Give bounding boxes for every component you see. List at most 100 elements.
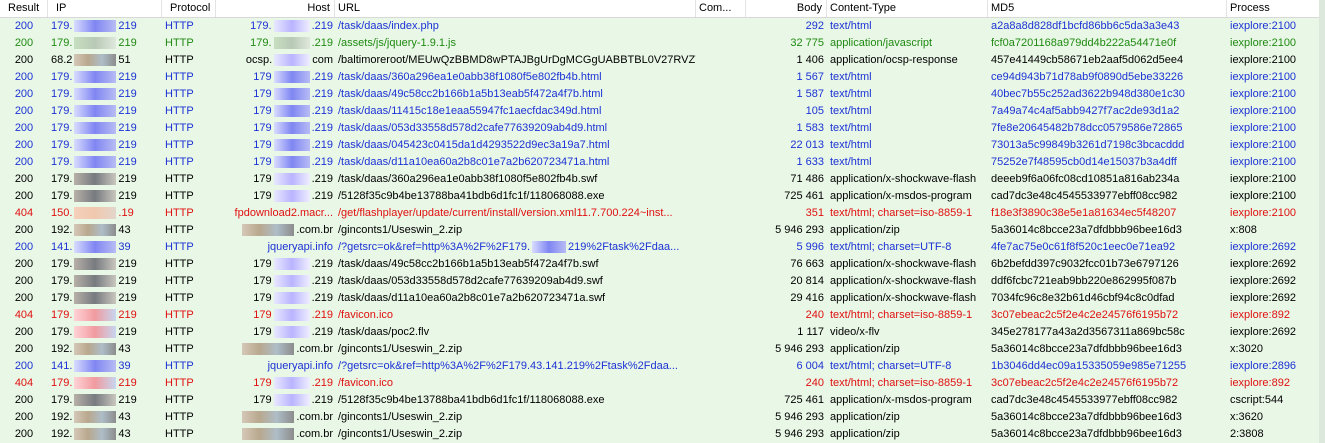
session-row[interactable]: 200 141. 39 HTTP jqueryapi.info/?getsrc=ok&r… (0, 358, 1325, 375)
comments-cell (696, 86, 746, 103)
column-header-ip[interactable]: IP (48, 0, 162, 17)
session-row[interactable]: 404 179. 219 HTTP 179.219/favicon.ico 240 text… (0, 375, 1325, 392)
session-row[interactable]: 200 192. 43 HTTP .com.br/ginconts1/Useswin_2… (0, 409, 1325, 426)
url-cell[interactable]: /?getsrc=ok&ref=http%3A%2F%2F179. 219%2Ft… (335, 239, 696, 256)
redacted-block (273, 20, 310, 33)
ip-suffix: 219 (118, 105, 137, 117)
column-header-body[interactable]: Body (746, 0, 827, 17)
url-cell[interactable]: /favicon.ico (335, 375, 696, 392)
session-row[interactable]: 200 179. 219 HTTP 179.219/task/daas/49c58cc2… (0, 256, 1325, 273)
process-cell: iexplore:2100 (1230, 54, 1297, 66)
url-cell[interactable]: /task/daas/360a296ea1e0abb38f1080f5e802f… (335, 171, 696, 188)
session-row[interactable]: 200 179. 219 HTTP 179.219/5128f35c9b4be13788… (0, 392, 1325, 409)
url-cell[interactable]: /ginconts1/Useswin_2.zip (335, 426, 696, 443)
redacted-block (74, 88, 117, 101)
session-row[interactable]: 200 179. 219 HTTP 179.219/task/daas/d11a10ea… (0, 290, 1325, 307)
md5-cell: 7034fc96c8e32b61d46cbf94c8c0dfad (991, 292, 1175, 304)
process-cell: iexplore:2896 (1230, 360, 1297, 372)
session-row[interactable]: 200 179. 219 HTTP 179.219/task/daas/d11a10ea… (0, 154, 1325, 171)
url-cell[interactable]: /get/flashplayer/update/current/install/… (335, 205, 696, 222)
column-header-protocol[interactable]: Protocol (162, 0, 216, 17)
url-cell[interactable]: /task/daas/poc2.flv (335, 324, 696, 341)
session-row[interactable]: 200 179. 219 HTTP 179.219/task/daas/053d3355… (0, 273, 1325, 290)
session-row[interactable]: 200 179. 219 HTTP 179.219/task/daas/11415c18… (0, 103, 1325, 120)
ip-cell: 179. 219 (48, 18, 162, 35)
column-header-comments[interactable]: Com... (696, 0, 746, 17)
session-row[interactable]: 200 179. 219 HTTP 179.219/task/daas/360a296e… (0, 69, 1325, 86)
ip-cell: 179. 219 (48, 256, 162, 273)
md5-cell: 7fe8e20645482b78dcc0579586e72865 (991, 122, 1183, 134)
session-row[interactable]: 200 179. 219 HTTP 179.219/5128f35c9b4be13788… (0, 188, 1325, 205)
body-size-cell: 5 946 293 (775, 411, 824, 423)
body-size-cell: 1 583 (796, 122, 824, 134)
url-cell[interactable]: /task/daas/49c58cc2b166b1a5b13eab5f472a4… (335, 256, 696, 273)
ip-prefix: 68.2 (51, 54, 73, 66)
url-cell[interactable]: /task/daas/index.php (335, 18, 696, 35)
content-type-cell: application/x-msdos-program (830, 190, 972, 202)
protocol-cell: HTTP (165, 241, 194, 253)
column-header-result[interactable]: Result (0, 0, 48, 17)
url-cell[interactable]: /task/daas/045423c0415da1d4293522d9ec3a1… (335, 137, 696, 154)
process-cell: iexplore:2100 (1230, 37, 1297, 49)
result-cell: 200 (14, 411, 34, 423)
session-row[interactable]: 200 179. 219 HTTP 179.219/task/daas/360a296e… (0, 171, 1325, 188)
session-row[interactable]: 200 192. 43 HTTP .com.br/ginconts1/Useswin_2… (0, 341, 1325, 358)
session-row[interactable]: 200 192. 43 HTTP .com.br/ginconts1/Useswin_2… (0, 222, 1325, 239)
url-cell[interactable]: /task/daas/360a296ea1e0abb38f1080f5e802f… (335, 69, 696, 86)
url-cell[interactable]: /task/daas/d11a10ea60a2b8c01e7a2b6207234… (335, 290, 696, 307)
session-row[interactable]: 200 179. 219 HTTP 179.219/task/daas/poc2.flv… (0, 324, 1325, 341)
url-cell[interactable]: /5128f35c9b4be13788ba41bdb6d1fc1f/118068… (335, 188, 696, 205)
ip-prefix: 192. (51, 224, 73, 236)
session-row[interactable]: 200 179. 219 HTTP 179.219/task/daas/045423c0… (0, 137, 1325, 154)
ip-cell: 150. .19 (48, 205, 162, 222)
body-size-cell: 351 (805, 207, 824, 219)
result-cell: 200 (14, 224, 34, 236)
protocol-cell: HTTP (165, 37, 194, 49)
host-suffix: .219 (311, 156, 333, 168)
redacted-block (273, 326, 310, 339)
column-header-content-type[interactable]: Content-Type (827, 0, 988, 17)
session-row[interactable]: 200 179. 219 HTTP 179.219/task/daas/49c58cc2… (0, 86, 1325, 103)
ip-suffix: 219 (118, 326, 137, 338)
host-suffix: .219 (311, 258, 333, 270)
url-cell[interactable]: /task/daas/49c58cc2b166b1a5b13eab5f472a4… (335, 86, 696, 103)
redacted-block (273, 173, 310, 186)
ip-prefix: 179. (51, 394, 73, 406)
url-cell[interactable]: /5128f35c9b4be13788ba41bdb6d1fc1f/118068… (335, 392, 696, 409)
column-header-process[interactable]: Process (1227, 0, 1325, 17)
url-cell[interactable]: /baltimoreroot/MEUwQzBBMD8wPTAJBgUrDgMCG… (335, 52, 696, 69)
session-row[interactable]: 200 179. 219 HTTP 179.219/task/daas/053d3355… (0, 120, 1325, 137)
host-suffix: .219 (311, 394, 333, 406)
url-cell[interactable]: /task/daas/053d33558d578d2cafe77639209ab… (335, 120, 696, 137)
url-cell[interactable]: /task/daas/11415c18e1eaa55947fc1aecfdac3… (335, 103, 696, 120)
session-row[interactable]: 404 179. 219 HTTP 179.219/favicon.ico 240 text… (0, 307, 1325, 324)
protocol-cell: HTTP (165, 275, 194, 287)
column-header-md5[interactable]: MD5 (988, 0, 1227, 17)
url-cell[interactable]: /ginconts1/Useswin_2.zip (335, 222, 696, 239)
url-cell[interactable]: /task/daas/d11a10ea60a2b8c01e7a2b6207234… (335, 154, 696, 171)
comments-cell (696, 188, 746, 205)
session-row[interactable]: 200 192. 43 HTTP .com.br/ginconts1/Useswin_2… (0, 426, 1325, 443)
vertical-scrollbar[interactable] (1319, 0, 1325, 443)
comments-cell (696, 392, 746, 409)
url-cell[interactable]: /assets/js/jquery-1.9.1.js (335, 35, 696, 52)
url-cell[interactable]: /?getsrc=ok&ref=http%3A%2F%2F179.43.141.… (335, 358, 696, 375)
ip-prefix: 179. (51, 105, 73, 117)
ip-cell: 141. 39 (48, 239, 162, 256)
url-cell[interactable]: /ginconts1/Useswin_2.zip (335, 341, 696, 358)
body-size-cell: 5 946 293 (775, 428, 824, 440)
session-row[interactable]: 200 179. 219 HTTP 179. .219/task/daas/index.p… (0, 18, 1325, 35)
session-row[interactable]: 404 150. .19 HTTP fpdownload2.macr... /get/fl… (0, 205, 1325, 222)
session-row[interactable]: 200 68.2 51 HTTP ocsp. com/baltimoreroot/MEUw… (0, 52, 1325, 69)
column-header-url[interactable]: URL (335, 0, 696, 17)
redacted-block (74, 207, 117, 220)
session-row[interactable]: 200 179. 219 HTTP 179. .219/assets/js/jquery-… (0, 35, 1325, 52)
url-cell[interactable]: /favicon.ico (335, 307, 696, 324)
url-cell[interactable]: /task/daas/053d33558d578d2cafe77639209ab… (335, 273, 696, 290)
url-text: /5128f35c9b4be13788ba41bdb6d1fc1f/118068… (338, 190, 605, 202)
host-suffix: .219 (311, 139, 333, 151)
md5-cell: f18e3f3890c38e5e1a81634ec5f48207 (991, 207, 1177, 219)
session-row[interactable]: 200 141. 39 HTTP jqueryapi.info/?getsrc=ok&r… (0, 239, 1325, 256)
url-cell[interactable]: /ginconts1/Useswin_2.zip (335, 409, 696, 426)
column-header-host[interactable]: Host (216, 0, 335, 17)
